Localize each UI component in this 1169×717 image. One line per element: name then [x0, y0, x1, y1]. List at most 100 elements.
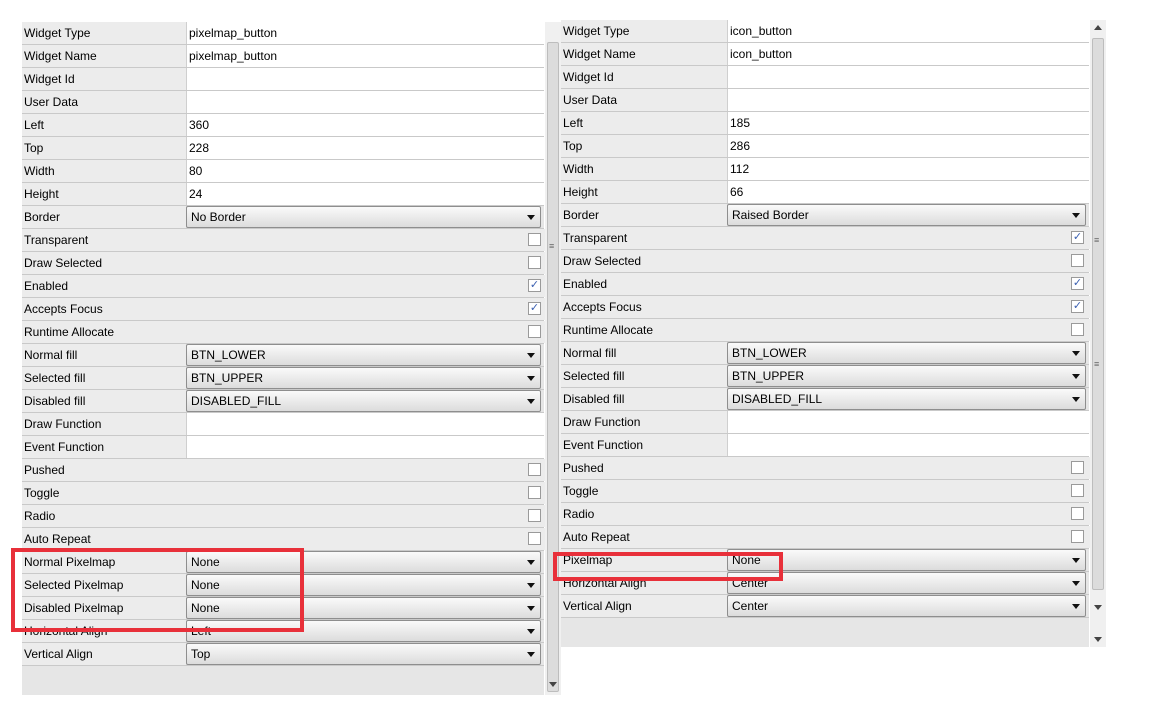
disabled-fill-dropdown[interactable]: DISABLED_FILL: [727, 388, 1086, 410]
user-data-field[interactable]: [186, 91, 544, 113]
runtime-allocate-checkbox[interactable]: [528, 325, 541, 338]
left-property-panel: Widget Type pixelmap_button Widget Name …: [22, 22, 546, 695]
width-field[interactable]: 80: [186, 160, 544, 182]
prop-row-normal-fill: Normal fill BTN_LOWER: [561, 342, 1089, 365]
draw-selected-checkbox[interactable]: [528, 256, 541, 269]
accepts-focus-checkbox[interactable]: ✓: [1071, 300, 1084, 313]
prop-label: Width: [561, 158, 727, 180]
prop-label: Accepts Focus: [22, 298, 546, 320]
accepts-focus-checkbox[interactable]: ✓: [528, 302, 541, 315]
horizontal-align-dropdown[interactable]: Left: [186, 620, 541, 642]
draw-selected-checkbox[interactable]: [1071, 254, 1084, 267]
prop-row-width: Width 80: [22, 160, 544, 183]
chevron-down-icon: [527, 652, 535, 657]
widget-name-field[interactable]: icon_button: [727, 43, 1089, 65]
prop-label: Runtime Allocate: [561, 319, 1091, 341]
transparent-checkbox[interactable]: ✓: [1071, 231, 1084, 244]
disabled-pixelmap-dropdown[interactable]: None: [186, 597, 541, 619]
prop-label: Top: [561, 135, 727, 157]
auto-repeat-checkbox[interactable]: [528, 532, 541, 545]
radio-checkbox[interactable]: [1071, 507, 1084, 520]
prop-label: Height: [561, 181, 727, 203]
dropdown-value: None: [191, 555, 220, 569]
prop-row-draw-function: Draw Function: [561, 411, 1089, 434]
prop-row-left: Left 185: [561, 112, 1089, 135]
left-field[interactable]: 185: [727, 112, 1089, 134]
chevron-down-icon: [527, 629, 535, 634]
draw-function-field[interactable]: [186, 413, 544, 435]
prop-label: Event Function: [561, 434, 727, 456]
selected-fill-dropdown[interactable]: BTN_UPPER: [727, 365, 1086, 387]
left-scrollbar[interactable]: ≡: [545, 22, 561, 695]
left-field[interactable]: 360: [186, 114, 544, 136]
selected-pixelmap-dropdown[interactable]: None: [186, 574, 541, 596]
transparent-checkbox[interactable]: [528, 233, 541, 246]
widget-type-field[interactable]: icon_button: [727, 20, 1089, 42]
arrow-down-icon[interactable]: [549, 682, 557, 687]
top-field[interactable]: 228: [186, 137, 544, 159]
chevron-down-icon: [527, 606, 535, 611]
prop-row-widget-name: Widget Name icon_button: [561, 43, 1089, 66]
enabled-checkbox[interactable]: ✓: [528, 279, 541, 292]
toggle-checkbox[interactable]: [528, 486, 541, 499]
dropdown-value: BTN_UPPER: [732, 369, 805, 383]
prop-label: Selected fill: [561, 365, 727, 387]
prop-row-pushed: Pushed: [22, 459, 546, 482]
user-data-field[interactable]: [727, 89, 1089, 111]
auto-repeat-checkbox[interactable]: [1071, 530, 1084, 543]
right-scroll-thumb[interactable]: [1092, 38, 1104, 590]
chevron-down-icon: [1072, 374, 1080, 379]
arrow-down-icon[interactable]: [1094, 605, 1102, 610]
widget-id-field[interactable]: [727, 66, 1089, 88]
border-dropdown[interactable]: No Border: [186, 206, 541, 228]
right-property-panel: Widget Type icon_button Widget Name icon…: [561, 20, 1091, 647]
width-field[interactable]: 112: [727, 158, 1089, 180]
pushed-checkbox[interactable]: [528, 463, 541, 476]
draw-function-field[interactable]: [727, 411, 1089, 433]
normal-pixelmap-dropdown[interactable]: None: [186, 551, 541, 573]
arrow-up-icon[interactable]: [1094, 25, 1102, 30]
height-field[interactable]: 66: [727, 181, 1089, 203]
prop-label: Draw Function: [561, 411, 727, 433]
prop-label: Widget Type: [22, 22, 186, 44]
horizontal-align-dropdown[interactable]: Center: [727, 572, 1086, 594]
prop-label: Left: [22, 114, 186, 136]
prop-label: Transparent: [22, 229, 546, 251]
vertical-align-dropdown[interactable]: Top: [186, 643, 541, 665]
radio-checkbox[interactable]: [528, 509, 541, 522]
grip-icon: ≡: [549, 241, 555, 251]
prop-label: Normal fill: [22, 344, 186, 366]
event-function-field[interactable]: [186, 436, 544, 458]
selected-fill-dropdown[interactable]: BTN_UPPER: [186, 367, 541, 389]
top-field[interactable]: 286: [727, 135, 1089, 157]
prop-row-border: Border No Border: [22, 206, 544, 229]
prop-label: Pixelmap: [561, 549, 727, 571]
runtime-allocate-checkbox[interactable]: [1071, 323, 1084, 336]
enabled-checkbox[interactable]: ✓: [1071, 277, 1084, 290]
normal-fill-dropdown[interactable]: BTN_LOWER: [727, 342, 1086, 364]
left-scroll-thumb[interactable]: [547, 42, 559, 692]
event-function-field[interactable]: [727, 434, 1089, 456]
prop-row-widget-type: Widget Type icon_button: [561, 20, 1089, 43]
vertical-align-dropdown[interactable]: Center: [727, 595, 1086, 617]
normal-fill-dropdown[interactable]: BTN_LOWER: [186, 344, 541, 366]
widget-type-field[interactable]: pixelmap_button: [186, 22, 544, 44]
pixelmap-dropdown[interactable]: None: [727, 549, 1086, 571]
pushed-checkbox[interactable]: [1071, 461, 1084, 474]
widget-id-field[interactable]: [186, 68, 544, 90]
prop-row-accepts-focus: Accepts Focus ✓: [561, 296, 1091, 319]
right-scrollbar[interactable]: ≡ ≡: [1090, 20, 1106, 647]
height-field[interactable]: 24: [186, 183, 544, 205]
border-dropdown[interactable]: Raised Border: [727, 204, 1086, 226]
arrow-down-icon[interactable]: [1094, 637, 1102, 642]
check-icon: ✓: [529, 302, 540, 314]
widget-name-field[interactable]: pixelmap_button: [186, 45, 544, 67]
toggle-checkbox[interactable]: [1071, 484, 1084, 497]
dropdown-value: BTN_LOWER: [191, 348, 266, 362]
dropdown-value: Raised Border: [732, 208, 809, 222]
dropdown-value: DISABLED_FILL: [191, 394, 282, 408]
chevron-down-icon: [527, 215, 535, 220]
disabled-fill-dropdown[interactable]: DISABLED_FILL: [186, 390, 541, 412]
chevron-down-icon: [1072, 581, 1080, 586]
prop-label: Horizontal Align: [561, 572, 727, 594]
